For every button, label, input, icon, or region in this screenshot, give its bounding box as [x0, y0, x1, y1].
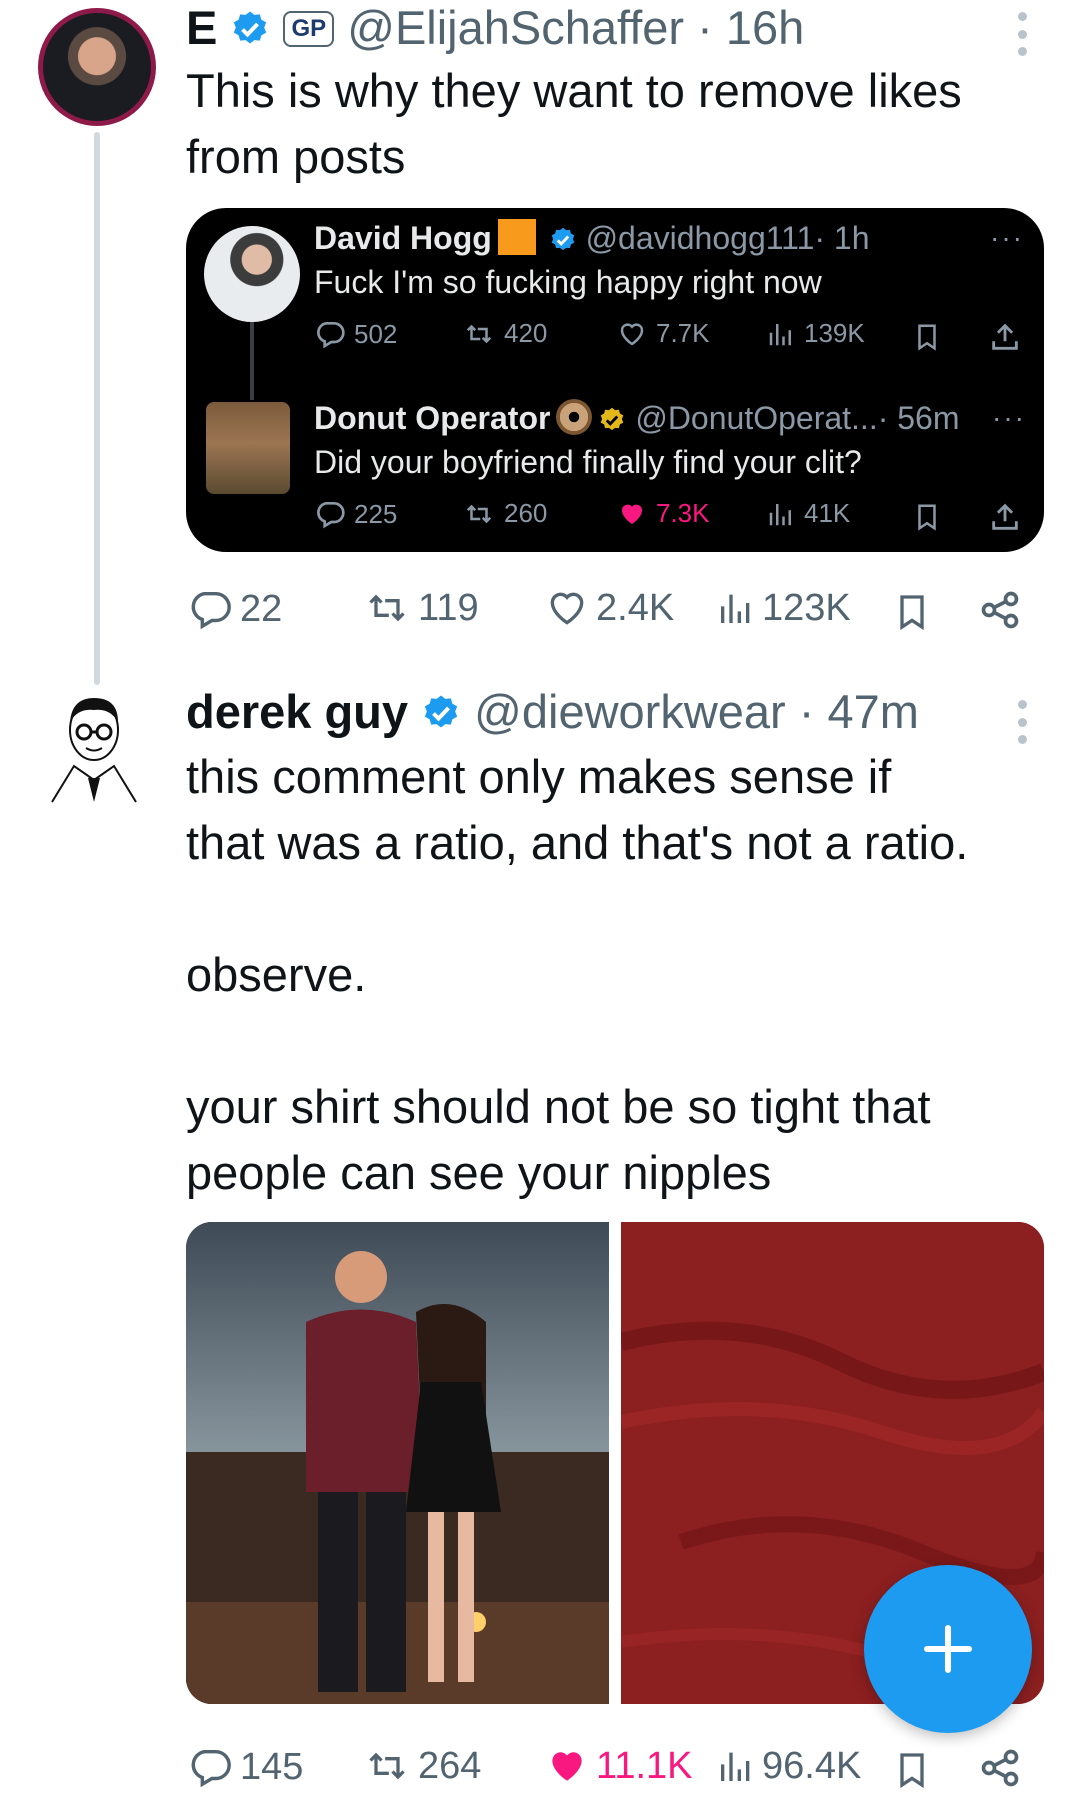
views-icon — [721, 594, 750, 623]
tweet2-text-line5: people can see your nipples — [186, 1146, 772, 1199]
avatar-david-hogg — [204, 226, 300, 322]
tweet2-bookmark-icon[interactable] — [892, 1746, 932, 1794]
donut-icon — [556, 399, 593, 435]
embedded-post1-more-icon: ··· — [990, 222, 1024, 253]
thread-connector-line — [94, 132, 100, 685]
verified-badge-icon — [230, 9, 270, 49]
tweet1-repost-button[interactable]: 119 — [362, 586, 479, 630]
embedded-views-stat: 139K — [766, 318, 865, 349]
tweet2-header: derek guy @dieworkwear · 47m — [186, 684, 919, 740]
reply-icon — [317, 502, 345, 529]
tweet1-share-icon[interactable] — [978, 588, 1022, 632]
reply-icon — [317, 322, 345, 349]
embedded-views-stat: 41K — [766, 498, 850, 529]
tweet1-display-name[interactable]: E — [186, 1, 217, 54]
embedded-post2-time: · 56m — [877, 400, 960, 436]
tweet1-views-button[interactable]: 123K — [716, 586, 851, 630]
plus-icon — [923, 1624, 973, 1674]
tweet1-like-button[interactable]: 2.4K — [544, 586, 674, 630]
tweet1-reply-button[interactable]: 22 — [186, 586, 282, 632]
embedded-post2-name: Donut Operator — [314, 400, 551, 436]
reply-icon — [191, 591, 231, 630]
views-icon — [769, 503, 791, 525]
bookmark-icon — [918, 504, 936, 531]
tweet2-reply-button[interactable]: 145 — [186, 1744, 303, 1790]
tweet2-handle[interactable]: @dieworkwear — [474, 685, 786, 738]
views-icon — [721, 1752, 750, 1781]
tweet2-views-button[interactable]: 96.4K — [716, 1744, 861, 1788]
tweet1-header: E GP @ElijahSchaffer · 16h — [186, 0, 804, 56]
embedded-post2-header: Donut Operator @DonutOperat...· 56m — [314, 398, 960, 438]
reply-icon — [191, 1749, 231, 1788]
repost-icon — [369, 1752, 405, 1780]
embedded-thread-line — [250, 322, 254, 400]
tweet1-text-line2: from posts — [186, 130, 406, 183]
embedded-post2-handle: @DonutOperat... — [635, 400, 878, 436]
avatar-elijah[interactable] — [38, 8, 156, 126]
embedded-reply-stat: 225 — [314, 498, 397, 530]
tweet1-handle[interactable]: @ElijahSchaffer — [347, 1, 684, 54]
tweet1-bookmark-icon[interactable] — [892, 588, 932, 636]
repost-icon — [466, 324, 492, 343]
tweet2-display-name[interactable]: derek guy — [186, 685, 408, 738]
tweet1-text-line1: This is why they want to remove likes — [186, 64, 962, 117]
heart-icon — [620, 322, 644, 345]
tweet2-text-line4: your shirt should not be so tight that — [186, 1080, 931, 1133]
embedded-repost-stat: 260 — [462, 498, 547, 529]
bookmark-icon — [918, 324, 936, 351]
heart-filled-icon — [622, 504, 642, 524]
embedded-post2-text: Did your boyfriend finally find your cli… — [314, 444, 862, 480]
embedded-post1-text: Fuck I'm so fucking happy right now — [314, 264, 822, 300]
tweet2-time[interactable]: 47m — [828, 685, 919, 738]
tweet2-share-icon[interactable] — [978, 1746, 1022, 1790]
embedded-like-stat: 7.3K — [616, 498, 710, 529]
tweet2-more-icon[interactable] — [1002, 700, 1042, 744]
share-icon — [992, 323, 1018, 350]
tweet2-text-line3: observe. — [186, 948, 367, 1001]
embedded-repost-stat: 420 — [462, 318, 547, 349]
orange-square-icon — [497, 219, 536, 255]
heart-filled-icon — [552, 1752, 582, 1781]
tweet1-separator: · — [697, 1, 713, 54]
gold-verified-badge-icon — [598, 406, 626, 434]
affiliate-badge: GP — [283, 11, 335, 47]
tweet2-like-button[interactable]: 11.1K — [544, 1744, 692, 1788]
tweet2-text-line2: that was a ratio, and that's not a ratio… — [186, 816, 969, 869]
views-icon — [769, 323, 791, 345]
heart-icon — [550, 592, 584, 625]
avatar-derek-guy[interactable] — [44, 690, 140, 806]
tweet1-more-icon[interactable] — [1002, 12, 1042, 56]
embedded-reply-stat: 502 — [314, 318, 397, 350]
tweet2-separator: · — [798, 685, 815, 738]
tweet2-text-line1: this comment only makes sense if — [186, 750, 892, 803]
tweet1-time[interactable]: 16h — [726, 1, 804, 54]
embedded-post1-time: · 1h — [814, 220, 870, 256]
embedded-like-stat: 7.7K — [616, 318, 710, 349]
tweet2-photo-couple[interactable] — [186, 1222, 609, 1704]
repost-icon — [466, 504, 492, 523]
avatar-donut-operator — [206, 402, 290, 494]
embedded-post1-header: David Hogg @davidhogg111· 1h — [314, 218, 870, 258]
verified-badge-icon — [421, 693, 461, 733]
repost-icon — [369, 594, 405, 622]
share-icon — [992, 503, 1018, 530]
verified-badge-icon — [549, 226, 577, 254]
tweet2-repost-button[interactable]: 264 — [362, 1744, 481, 1788]
embedded-post1-handle: @davidhogg111 — [585, 220, 815, 256]
embedded-post1-name: David Hogg — [314, 220, 492, 256]
embedded-post2-more-icon: ··· — [992, 402, 1026, 433]
compose-fab-button[interactable] — [864, 1565, 1032, 1733]
